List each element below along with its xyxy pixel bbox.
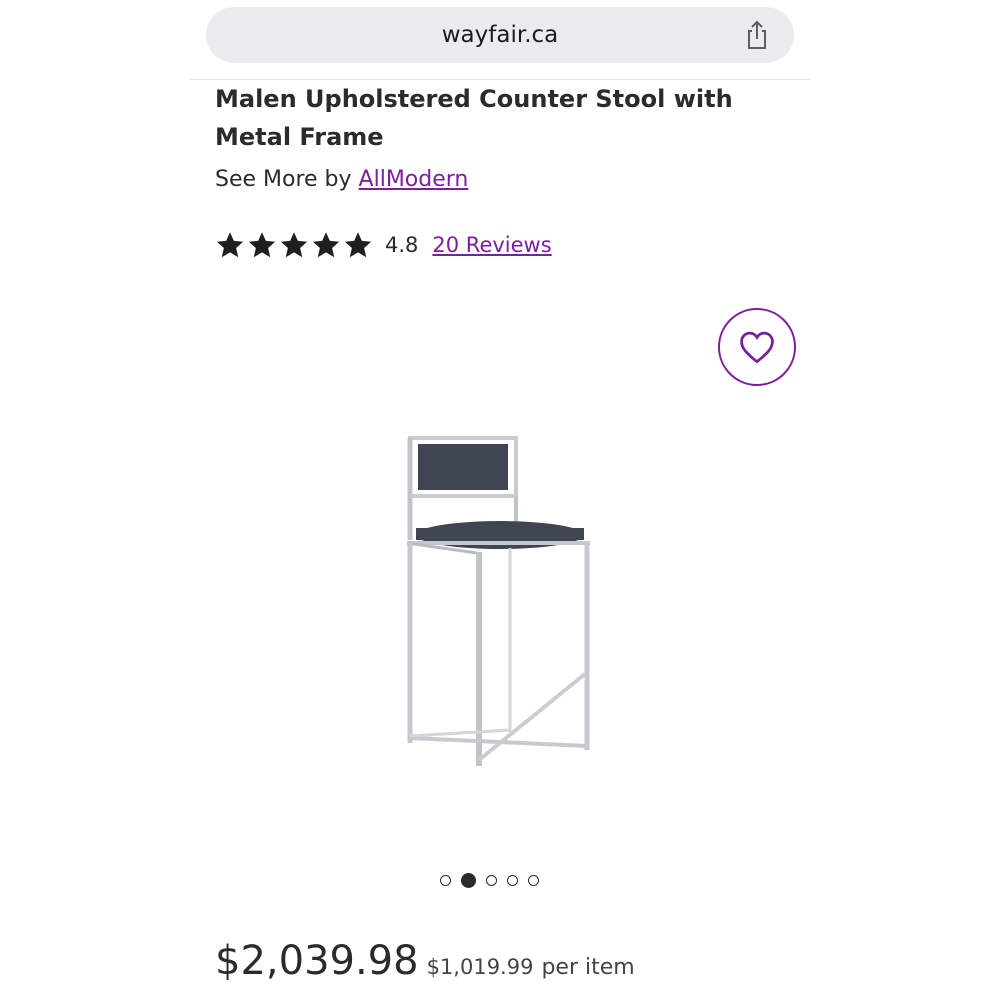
address-bar[interactable]: wayfair.ca bbox=[206, 7, 794, 63]
carousel-dot[interactable] bbox=[440, 875, 451, 886]
heart-icon bbox=[740, 331, 774, 364]
rating-row: 4.8 20 Reviews bbox=[215, 228, 552, 262]
product-title: Malen Upholstered Counter Stool with Met… bbox=[215, 85, 733, 151]
star-icon bbox=[248, 232, 276, 258]
star-icon bbox=[216, 232, 244, 258]
star-icon bbox=[344, 232, 372, 258]
url-text[interactable]: wayfair.ca bbox=[206, 7, 794, 63]
see-more-label: See More by bbox=[215, 167, 352, 192]
star-rating bbox=[215, 230, 373, 260]
star-icon bbox=[280, 232, 308, 258]
favorite-button[interactable] bbox=[718, 308, 796, 386]
carousel-dot[interactable] bbox=[528, 875, 539, 886]
price-row: $2,039.98 $1,019.99 per item bbox=[215, 938, 635, 984]
rating-value: 4.8 bbox=[385, 233, 419, 257]
per-item-label: per item bbox=[541, 955, 635, 980]
brand-link[interactable]: AllModern bbox=[359, 167, 469, 192]
product-image[interactable] bbox=[395, 430, 605, 770]
reviews-link[interactable]: 20 Reviews bbox=[432, 233, 551, 257]
unit-price: $1,019.99 bbox=[426, 955, 534, 979]
see-more-by: See More by AllModern bbox=[215, 165, 468, 195]
carousel-dot-active[interactable] bbox=[461, 873, 476, 888]
share-icon[interactable] bbox=[742, 19, 772, 51]
price: $2,039.98 bbox=[215, 938, 419, 984]
carousel-dot[interactable] bbox=[486, 875, 497, 886]
star-icon bbox=[312, 232, 340, 258]
carousel-dot[interactable] bbox=[507, 875, 518, 886]
image-carousel-dots bbox=[440, 873, 539, 888]
